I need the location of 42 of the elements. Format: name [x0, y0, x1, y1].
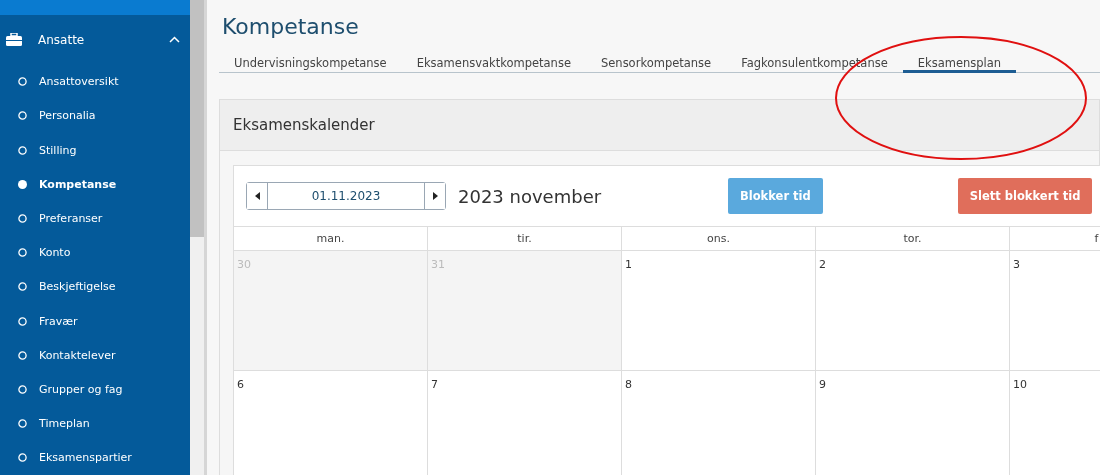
sidebar-item[interactable]: Beskjeftigelse — [39, 280, 116, 294]
day-number: 8 — [625, 378, 632, 391]
sidebar-item[interactable]: Kontaktelever — [39, 348, 116, 362]
sidebar-item[interactable]: Kompetanse — [39, 177, 117, 191]
day-cell[interactable]: 2 — [816, 251, 1010, 371]
tab[interactable]: Undervisningskompetanse — [219, 53, 402, 73]
date-picker[interactable]: 01.11.2023 — [246, 182, 446, 210]
sidebar-group-label[interactable]: Ansatte — [38, 32, 153, 47]
day-cell[interactable]: 1 — [622, 251, 816, 371]
card-title: Eksamenskalender — [233, 116, 375, 134]
sidebar-item[interactable]: Eksamenspartier — [39, 451, 132, 465]
sidebar-item[interactable]: Timeplan — [39, 417, 90, 431]
chevron-icon[interactable] — [169, 36, 180, 44]
day-number: 30 — [237, 258, 251, 271]
sidebar-item[interactable]: Fravær — [39, 314, 78, 328]
day-number: 6 — [237, 378, 244, 391]
sidebar-item[interactable]: Grupper og fag — [39, 383, 123, 397]
day-number: 3 — [1013, 258, 1020, 271]
day-number: 9 — [819, 378, 826, 391]
day-number: 7 — [431, 378, 438, 391]
previous-icon — [254, 192, 260, 200]
tab[interactable]: Sensorkompetanse — [585, 53, 727, 73]
day-number: 10 — [1013, 378, 1027, 391]
day-cell[interactable]: 7 — [428, 371, 622, 475]
sidebar-item[interactable]: Ansattoversikt — [39, 75, 119, 89]
next-icon — [432, 192, 438, 200]
month-label: 2023 november — [458, 185, 603, 207]
briefcase-icon — [6, 33, 22, 47]
tab[interactable]: Eksamensplan — [902, 53, 1017, 73]
page-title: Kompetanse — [222, 14, 360, 39]
day-cell[interactable]: 9 — [816, 371, 1010, 475]
day-cell[interactable]: 8 — [622, 371, 816, 475]
sidebar-item[interactable]: Preferanser — [39, 212, 103, 226]
sidebar-item[interactable]: Konto — [39, 246, 71, 260]
sidebar-item[interactable]: Personalia — [39, 109, 96, 123]
scrollbar[interactable] — [190, 0, 204, 475]
day-number: 2 — [819, 258, 826, 271]
day-number: 31 — [431, 258, 445, 271]
day-cell[interactable]: 6 — [234, 371, 428, 475]
sidebar-item[interactable]: Stilling — [39, 143, 77, 157]
tab[interactable]: Eksamensvaktkompetanse — [401, 53, 586, 73]
day-number: 1 — [625, 258, 632, 271]
